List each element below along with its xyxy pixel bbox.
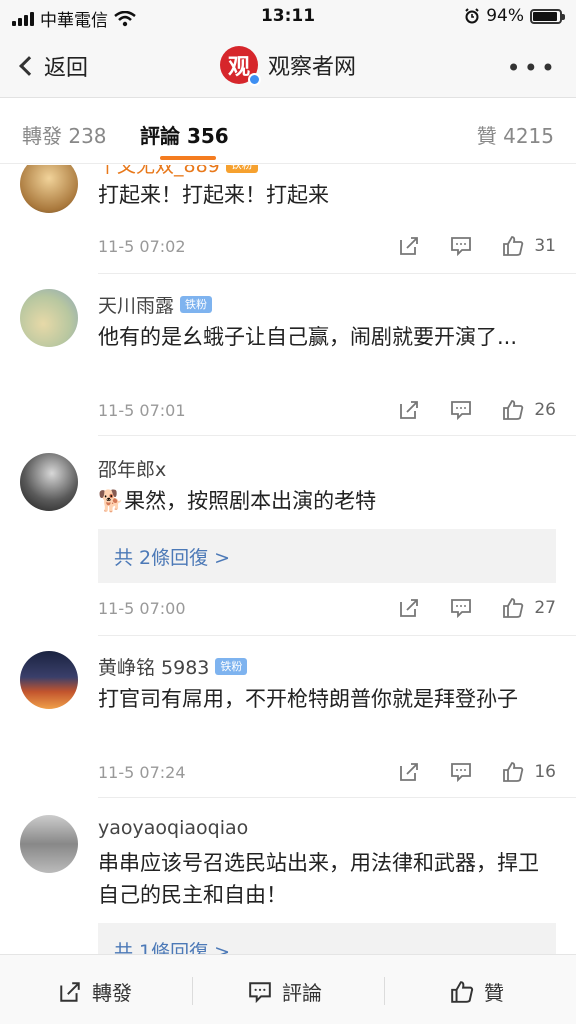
fan-badge: 铁粉 (225, 165, 258, 173)
account-name: 观察者网 (267, 55, 356, 80)
verified-icon (247, 73, 261, 86)
like-icon[interactable] (502, 597, 524, 619)
like-icon[interactable] (502, 235, 524, 257)
comment-text: 🐕果然，按照剧本出演的老特 (98, 485, 558, 517)
author-name: 黄峥铭 5983 (98, 657, 210, 679)
alarm-icon (465, 8, 479, 24)
author-name: 千叉无双_889 (98, 165, 220, 177)
battery-percent: 94% (486, 6, 524, 26)
repost-icon[interactable] (398, 761, 420, 783)
comment-meta: 11-5 07:01 26 (98, 399, 556, 423)
comment-text: 打官司有屌用，不开枪特朗普你就是拜登孙子 (98, 687, 518, 711)
divider (98, 273, 576, 274)
status-right: 94% (464, 6, 565, 26)
author-name: 邵年郎x (98, 459, 167, 481)
divider (98, 635, 576, 636)
comment-author[interactable]: 黄峥铭 5983 铁粉 (98, 653, 248, 680)
user-avatar[interactable] (20, 289, 78, 347)
more-icon[interactable]: ••• (507, 54, 558, 82)
repost-button[interactable]: 轉發 (58, 977, 132, 1006)
comment-author[interactable]: 千叉无双_889 铁粉 (98, 165, 258, 178)
repost-icon[interactable] (398, 597, 420, 619)
tab-reposts[interactable]: 轉發 238 (22, 120, 107, 149)
comment-label: 評論 (282, 981, 322, 1005)
like-count: 31 (534, 236, 556, 256)
comment-date: 11-5 07:00 (98, 599, 186, 618)
comment-button[interactable]: 評論 (248, 977, 322, 1006)
battery-fill (533, 11, 558, 21)
divider (98, 435, 576, 436)
repost-icon[interactable] (398, 399, 420, 421)
like-icon[interactable] (502, 761, 524, 783)
comment-meta: 11-5 07:02 31 (98, 235, 556, 259)
logo-char: 观 (227, 55, 250, 80)
like-icon[interactable] (502, 399, 524, 421)
like-count: 26 (534, 400, 556, 420)
doge-emoji: 🐕 (98, 489, 125, 513)
tab-bar: 轉發 238 評論 356 贊 4215 (0, 98, 576, 164)
account-logo: 观 (219, 46, 261, 86)
like-count: 27 (534, 598, 556, 618)
comment-text: 打起来！打起来！打起来 (98, 183, 329, 207)
fan-badge: 铁粉 (180, 296, 213, 313)
user-avatar[interactable] (20, 165, 78, 213)
repost-icon[interactable] (398, 235, 420, 257)
repost-label: 轉發 (92, 981, 132, 1005)
comment-icon[interactable] (450, 235, 472, 257)
account-header[interactable]: 观 观察者网 (0, 46, 576, 86)
comment-text-body: 果然，按照剧本出演的老特 (124, 489, 377, 513)
author-name: yaoyaoqiaoqiao (98, 817, 249, 839)
reply-summary[interactable]: 共 2條回復 > (98, 529, 556, 583)
like-label: 贊 (484, 981, 504, 1005)
bottom-toolbar: 轉發 評論 贊 (0, 954, 576, 1024)
battery-icon (530, 8, 565, 24)
comment-date: 11-5 07:24 (98, 763, 186, 782)
tab-comments[interactable]: 評論 356 (140, 120, 229, 160)
comment-author[interactable]: yaoyaoqiaoqiao (98, 817, 248, 839)
tab-indicator (160, 156, 216, 160)
like-button[interactable]: 贊 (450, 977, 504, 1006)
user-avatar[interactable] (20, 815, 78, 873)
repost-icon (60, 981, 80, 1002)
comment-list[interactable]: 千叉无双_889 铁粉 打起来！打起来！打起来 11-5 07:02 31 天川… (0, 165, 576, 954)
comment-date: 11-5 07:02 (98, 237, 186, 256)
toolbar-divider (384, 977, 385, 1005)
comment-meta: 11-5 07:00 27 (98, 597, 556, 621)
fan-badge: 铁粉 (215, 658, 248, 675)
tab-likes[interactable]: 贊 4215 (477, 120, 554, 149)
comment-text: 他有的是幺蛾子让自己赢，闹剧就要开演了... (98, 325, 518, 349)
nav-bar: 返回 观 观察者网 ••• (0, 34, 576, 98)
user-avatar[interactable] (20, 651, 78, 709)
comment-icon[interactable] (450, 597, 472, 619)
author-name: 天川雨露 (98, 295, 175, 317)
comment-icon (249, 981, 271, 1003)
comment-text: 串串应该号召选民站出来，用法律和武器，捍卫自己的民主和自由！ (98, 851, 539, 907)
comment-date: 11-5 07:01 (98, 401, 186, 420)
comment-icon[interactable] (450, 761, 472, 783)
toolbar-divider (192, 977, 193, 1005)
user-avatar[interactable] (20, 453, 78, 511)
comment-author[interactable]: 邵年郎x (98, 455, 166, 482)
divider (98, 797, 576, 798)
comment-author[interactable]: 天川雨露 铁粉 (98, 291, 213, 318)
comment-icon[interactable] (450, 399, 472, 421)
like-count: 16 (534, 762, 556, 782)
tab-comments-label: 評論 356 (140, 124, 229, 148)
like-icon (451, 980, 474, 1003)
reply-summary[interactable]: 共 1條回復 > (98, 923, 556, 954)
comment-meta: 11-5 07:24 16 (98, 761, 556, 785)
status-bar: 中華電信 13:11 94% (0, 0, 576, 34)
